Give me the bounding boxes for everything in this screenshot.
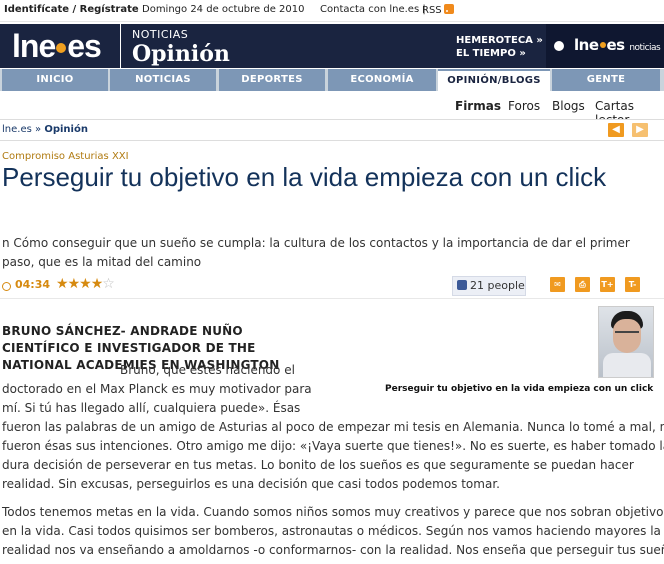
weather-link[interactable]: EL TIEMPO » [456, 47, 543, 60]
arrow-right-icon: ▶ [636, 124, 644, 135]
breadcrumb-home[interactable]: lne.es [2, 124, 32, 135]
widget-area[interactable]: lne es noticias [546, 24, 664, 68]
section-category: NOTICIAS [132, 28, 189, 41]
font-increase-icon: T+ [601, 280, 614, 289]
arrow-left-icon: ◀ [612, 124, 620, 135]
tab-economia[interactable]: ECONOMÍA [328, 69, 436, 91]
breadcrumb-section[interactable]: Opinión [44, 124, 88, 135]
login-link[interactable]: Identifícate / Regístrate [4, 4, 139, 15]
star-icon[interactable]: ★ [68, 276, 81, 292]
rss-label: RSS [422, 5, 442, 16]
header-divider [120, 24, 121, 68]
subnav-firmas[interactable]: Firmas [455, 99, 501, 113]
article-subtitle: n Cómo conseguir que un sueño se cumpla:… [2, 236, 630, 269]
star-empty-icon[interactable]: ☆ [102, 276, 115, 292]
header-links: HEMEROTECA » EL TIEMPO » [456, 34, 543, 60]
star-icon[interactable]: ★ [79, 276, 92, 292]
hemeroteca-link[interactable]: HEMEROTECA » [456, 34, 543, 47]
paragraph-line: fueron ésas sus intenciones. Otro amigo … [2, 439, 664, 453]
font-decrease-icon: T- [628, 280, 637, 289]
facebook-like-button[interactable]: 21 people [452, 276, 526, 296]
tab-opinion-blogs[interactable]: OPINIÓN/BLOGS [438, 69, 550, 91]
breadcrumb-separator: » [35, 124, 42, 135]
intro-first-line: Bruno, que estés haciendo el [120, 363, 295, 377]
article-kicker[interactable]: Compromiso Asturias XXI [2, 151, 129, 162]
current-date: Domingo 24 de octubre de 2010 [142, 4, 305, 15]
like-count: 21 people [470, 279, 525, 292]
author-photo[interactable] [598, 306, 654, 378]
paragraph-line: fueron las palabras de un amigo de Astur… [2, 420, 664, 434]
widget-logo-dot-icon [599, 42, 606, 48]
radio-circle-icon [554, 41, 564, 51]
next-article-button[interactable]: ▶ [632, 123, 648, 137]
rss-link[interactable]: RSS [422, 4, 454, 16]
email-icon: ✉ [554, 280, 561, 289]
font-decrease-button[interactable]: T- [625, 277, 640, 292]
rating-stars[interactable]: ★★★★☆ [56, 276, 115, 292]
clock-icon [2, 282, 11, 291]
print-icon: ⎙ [579, 280, 586, 289]
prev-article-button[interactable]: ◀ [608, 123, 624, 137]
breadcrumb-bar: lne.es » Opinión ◀ ▶ [0, 119, 664, 141]
breadcrumb: lne.es » Opinión [2, 124, 88, 135]
site-header: lne es NOTICIAS Opinión HEMEROTECA » EL T… [0, 24, 664, 68]
article-paragraph-1: fueron las palabras de un amigo de Astur… [2, 418, 664, 494]
widget-logo-subtitle: noticias [629, 43, 661, 53]
meta-divider [0, 298, 664, 299]
subnav-foros[interactable]: Foros [508, 99, 540, 113]
paragraph-line: Todos tenemos metas en la vida. Cuando s… [2, 505, 664, 519]
article-paragraph-2: Todos tenemos metas en la vida. Cuando s… [2, 503, 664, 560]
section-title: Opinión [132, 41, 230, 67]
print-button[interactable]: ⎙ [575, 277, 590, 292]
paragraph-line: realidad. Sin excusas, perseguirlos es u… [2, 477, 500, 491]
star-icon[interactable]: ★ [91, 276, 104, 292]
paragraph-line: dura decisión de perseverar en tus metas… [2, 458, 634, 472]
site-logo[interactable]: lne es [12, 28, 102, 65]
font-increase-button[interactable]: T+ [600, 277, 615, 292]
article-time: 04:34 [15, 278, 51, 291]
photo-caption: Perseguir tu objetivo en la vida empieza… [385, 384, 654, 394]
star-icon[interactable]: ★ [56, 276, 69, 292]
intro-line: doctorado en el Max Planck es muy motiva… [2, 382, 312, 396]
main-nav: INICIO NOTICIAS DEPORTES ECONOMÍA OPINIÓ… [0, 69, 664, 91]
tab-inicio[interactable]: INICIO [2, 69, 108, 91]
tab-deportes[interactable]: DEPORTES [219, 69, 325, 91]
article-intro: Bruno, que estés haciendo el doctorado e… [2, 361, 312, 418]
tab-noticias[interactable]: NOTICIAS [110, 69, 216, 91]
rss-icon [443, 4, 454, 14]
thumbs-up-icon [457, 280, 467, 290]
paragraph-line: realidad nos va enseñando a amoldarnos -… [2, 543, 664, 557]
article-title: Perseguir tu objetivo en la vida empieza… [2, 162, 607, 192]
article-meta-bar: 04:34 ★★★★☆ 21 people ✉ ⎙ T+ T- [0, 274, 664, 296]
sub-nav: Firmas Foros Blogs Cartas lector [0, 94, 664, 127]
subnav-blogs[interactable]: Blogs [552, 99, 585, 113]
logo-dot-icon [56, 43, 67, 53]
utility-bar: Identifícate / Regístrate Domingo 24 de … [0, 0, 664, 22]
intro-line: mí. Si tú has llegado allí, cualquiera p… [2, 401, 301, 415]
tab-gente[interactable]: GENTE [552, 69, 660, 91]
widget-logo: lne es noticias [574, 36, 661, 54]
paragraph-line: en la vida. Casi todos quisimos ser bomb… [2, 524, 661, 538]
email-button[interactable]: ✉ [550, 277, 565, 292]
contact-link[interactable]: Contacta con lne.es | [320, 4, 426, 15]
